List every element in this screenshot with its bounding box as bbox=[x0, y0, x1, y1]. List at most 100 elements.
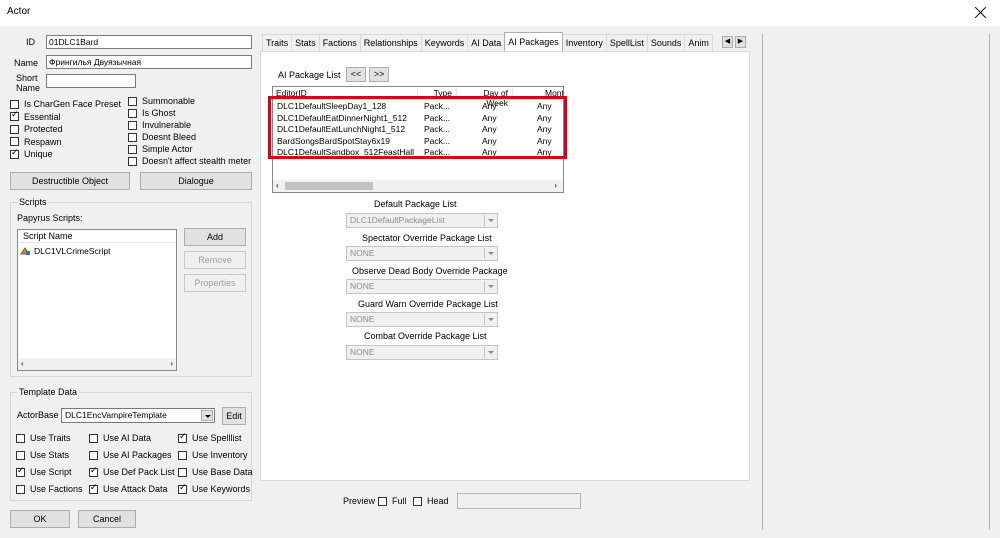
checkbox[interactable] bbox=[413, 496, 422, 506]
tab-scroll-right-icon[interactable]: ▶ bbox=[735, 36, 746, 48]
flag-right-5[interactable]: Doesn't affect stealth meter bbox=[128, 155, 251, 167]
checkbox[interactable] bbox=[89, 450, 98, 460]
scripts-hscrollbar[interactable]: ‹ › bbox=[18, 358, 176, 370]
checkbox-checked[interactable] bbox=[89, 466, 98, 477]
destructible-object-button[interactable]: Destructible Object bbox=[10, 172, 130, 190]
template-option-3[interactable]: Use Stats bbox=[16, 449, 69, 461]
tab-factions[interactable]: Factions bbox=[318, 34, 361, 51]
chevron-down-icon[interactable] bbox=[484, 281, 496, 292]
template-option-7[interactable]: Use Def Pack List bbox=[89, 466, 175, 478]
chevron-down-icon[interactable] bbox=[201, 410, 213, 421]
actorbase-select[interactable]: DLC1EncVampireTemplate bbox=[61, 408, 215, 423]
flag-left-3[interactable]: Respawn bbox=[10, 136, 62, 148]
template-option-11[interactable]: Use Keywords bbox=[178, 483, 250, 495]
checkbox-checked[interactable] bbox=[178, 432, 187, 443]
tab-relationships[interactable]: Relationships bbox=[359, 34, 422, 51]
combat-select[interactable]: NONE bbox=[346, 345, 498, 360]
tab-inventory[interactable]: Inventory bbox=[561, 34, 607, 51]
flag-left-1[interactable]: Essential bbox=[10, 110, 61, 123]
flag-right-1[interactable]: Is Ghost bbox=[128, 107, 176, 119]
scroll-right-icon[interactable]: › bbox=[170, 358, 173, 370]
edit-actorbase-button[interactable]: Edit bbox=[222, 407, 246, 425]
flag-right-2[interactable]: Invulnerable bbox=[128, 119, 191, 131]
default-package-list-select[interactable]: DLC1DefaultPackageList bbox=[346, 213, 498, 228]
checkbox-checked[interactable] bbox=[16, 466, 25, 477]
checkbox[interactable] bbox=[128, 144, 137, 154]
checkbox-checked[interactable] bbox=[89, 483, 98, 494]
spectator-select[interactable]: NONE bbox=[346, 246, 498, 261]
checkbox-checked[interactable] bbox=[10, 110, 19, 121]
checkbox[interactable] bbox=[128, 96, 137, 106]
flag-left-2[interactable]: Protected bbox=[10, 123, 63, 135]
checkbox[interactable] bbox=[128, 120, 137, 130]
checkbox[interactable] bbox=[10, 137, 19, 146]
short-name-field[interactable] bbox=[46, 74, 136, 88]
cancel-button[interactable]: Cancel bbox=[78, 510, 136, 528]
template-option-0[interactable]: Use Traits bbox=[16, 432, 71, 444]
preview-full-checkbox[interactable]: Full bbox=[378, 495, 407, 507]
tab-stats[interactable]: Stats bbox=[291, 34, 320, 51]
scroll-left-icon[interactable]: ‹ bbox=[21, 358, 24, 370]
template-option-4[interactable]: Use AI Packages bbox=[89, 449, 172, 461]
chevron-down-icon[interactable] bbox=[484, 314, 496, 325]
remove-script-button[interactable]: Remove bbox=[184, 251, 246, 269]
preview-field[interactable] bbox=[457, 493, 581, 509]
ok-button[interactable]: OK bbox=[10, 510, 70, 528]
checkbox[interactable] bbox=[128, 132, 137, 142]
checkbox[interactable] bbox=[16, 484, 25, 494]
checkbox[interactable] bbox=[378, 496, 387, 506]
tab-ai-packages[interactable]: AI Packages bbox=[504, 32, 563, 51]
checkbox[interactable] bbox=[178, 467, 187, 477]
dialogue-button[interactable]: Dialogue bbox=[140, 172, 252, 190]
id-field[interactable]: 01DLC1Bard bbox=[46, 35, 252, 49]
flag-right-0[interactable]: Summonable bbox=[128, 95, 195, 107]
close-icon[interactable] bbox=[972, 4, 990, 22]
checkbox-checked[interactable] bbox=[10, 148, 19, 159]
observe-select[interactable]: NONE bbox=[346, 279, 498, 294]
package-hscrollbar[interactable]: ‹ › bbox=[273, 180, 563, 192]
properties-button[interactable]: Properties bbox=[184, 274, 246, 292]
tab-spelllist[interactable]: SpellList bbox=[605, 34, 648, 51]
template-option-9[interactable]: Use Factions bbox=[16, 483, 83, 495]
tab-anim[interactable]: Anim bbox=[684, 34, 713, 51]
guard-select[interactable]: NONE bbox=[346, 312, 498, 327]
tab-ai-data[interactable]: AI Data bbox=[467, 34, 506, 51]
package-move-up-button[interactable]: << bbox=[346, 67, 366, 82]
tab-scroll-left-icon[interactable]: ◀ bbox=[722, 36, 733, 48]
chevron-down-icon[interactable] bbox=[484, 215, 496, 226]
flag-left-0[interactable]: Is CharGen Face Preset bbox=[10, 98, 121, 110]
chevron-down-icon[interactable] bbox=[484, 347, 496, 358]
scroll-right-icon[interactable]: › bbox=[554, 180, 557, 192]
checkbox[interactable] bbox=[89, 433, 98, 443]
tab-traits[interactable]: Traits bbox=[262, 34, 293, 51]
checkbox-checked[interactable] bbox=[178, 483, 187, 494]
checkbox[interactable] bbox=[178, 450, 187, 460]
name-field[interactable]: Фрингилья Двуязычная bbox=[46, 55, 252, 69]
template-option-6[interactable]: Use Script bbox=[16, 466, 72, 478]
scripts-list[interactable]: Script Name DLC1VLCrimeScript ‹ › bbox=[17, 229, 177, 371]
tab-keywords[interactable]: Keywords bbox=[420, 34, 469, 51]
chevron-down-icon[interactable] bbox=[484, 248, 496, 259]
scroll-thumb[interactable] bbox=[285, 182, 373, 190]
checkbox[interactable] bbox=[16, 450, 25, 460]
preview-pane[interactable] bbox=[762, 34, 990, 530]
package-move-down-button[interactable]: >> bbox=[369, 67, 389, 82]
script-name-column-header[interactable]: Script Name bbox=[23, 231, 73, 241]
template-option-1[interactable]: Use AI Data bbox=[89, 432, 151, 444]
tab-sounds[interactable]: Sounds bbox=[646, 34, 686, 51]
checkbox[interactable] bbox=[10, 99, 19, 109]
add-script-button[interactable]: Add bbox=[184, 228, 246, 246]
scroll-left-icon[interactable]: ‹ bbox=[276, 180, 279, 192]
checkbox[interactable] bbox=[128, 108, 137, 118]
checkbox[interactable] bbox=[128, 156, 137, 166]
flag-left-4[interactable]: Unique bbox=[10, 148, 53, 160]
flag-right-4[interactable]: Simple Actor bbox=[128, 143, 193, 155]
preview-head-checkbox[interactable]: Head bbox=[413, 495, 449, 507]
list-item[interactable]: DLC1VLCrimeScript bbox=[20, 246, 111, 256]
flag-right-3[interactable]: Doesnt Bleed bbox=[128, 131, 196, 143]
template-option-8[interactable]: Use Base Data bbox=[178, 466, 253, 478]
template-option-10[interactable]: Use Attack Data bbox=[89, 483, 168, 495]
template-option-2[interactable]: Use Spelllist bbox=[178, 432, 242, 444]
checkbox[interactable] bbox=[16, 433, 25, 443]
checkbox[interactable] bbox=[10, 124, 19, 134]
